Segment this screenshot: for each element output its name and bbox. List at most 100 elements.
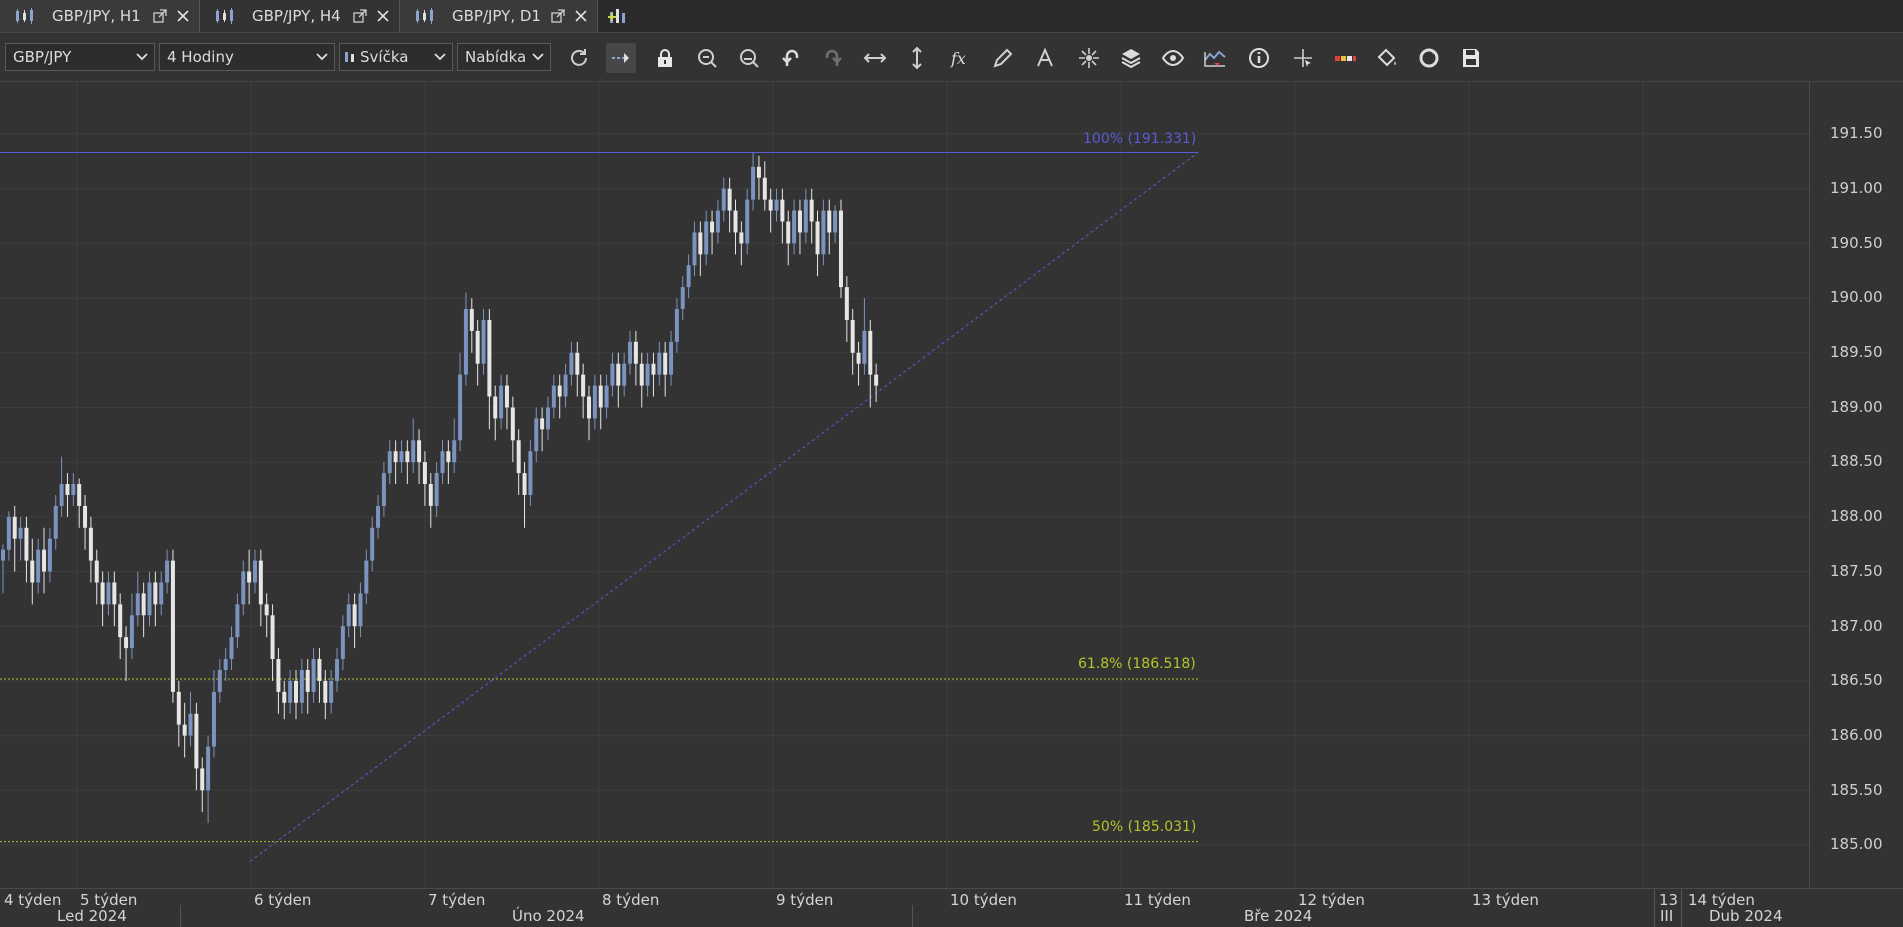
time-axis[interactable]: 4 týden 5 týden 6 týden 7 týden 8 týden …	[0, 888, 1903, 927]
candlestick-icon	[16, 8, 33, 24]
popout-icon[interactable]	[550, 8, 566, 24]
cycle-icon	[1419, 48, 1439, 68]
timeframe-select[interactable]: 4 Hodiny	[159, 43, 335, 71]
candle-body	[428, 484, 433, 506]
visibility-button[interactable]	[1158, 43, 1188, 73]
candle-body	[504, 385, 509, 408]
auto-scroll-button[interactable]	[606, 43, 636, 73]
lock-button[interactable]	[650, 43, 680, 73]
candle-body	[821, 210, 826, 255]
close-icon[interactable]	[175, 8, 191, 24]
popout-icon[interactable]	[352, 8, 368, 24]
draw-button[interactable]	[988, 43, 1018, 73]
week-label: 13 týden	[1472, 891, 1539, 909]
price-type-select[interactable]: Nabídka	[457, 43, 551, 71]
indicator-alerts-button[interactable]	[1200, 43, 1230, 73]
refresh-icon	[571, 49, 587, 66]
layers-button[interactable]	[1116, 43, 1146, 73]
add-chart-icon[interactable]	[606, 4, 630, 28]
candle-body	[235, 604, 240, 638]
candle-body	[387, 451, 392, 474]
candle-body	[124, 637, 129, 649]
price-axis[interactable]: 191.50 191.00 190.50 190.00 189.50 189.0…	[1809, 82, 1903, 888]
candle-body	[622, 363, 627, 386]
refresh-button[interactable]	[564, 43, 594, 73]
candle-body	[475, 330, 480, 364]
candle-body	[194, 713, 199, 769]
candle-body	[288, 680, 293, 703]
fib-label-61-8: 61.8% (186.518)	[1078, 656, 1196, 672]
vertical-scale-button[interactable]	[902, 43, 932, 73]
save-button[interactable]	[1456, 43, 1486, 73]
candle-body	[112, 582, 117, 605]
candle-body	[329, 680, 334, 703]
horizontal-scale-button[interactable]	[860, 43, 890, 73]
timeframe-value: 4 Hodiny	[167, 48, 234, 66]
candle-body	[252, 560, 257, 583]
tab-gbpjpy-d1[interactable]: GBP/JPY, D1	[400, 0, 598, 32]
candle-body	[335, 659, 340, 681]
tab-label: GBP/JPY, H4	[252, 7, 341, 25]
candle-body	[258, 560, 263, 605]
candle-body	[65, 484, 70, 495]
paint-button[interactable]	[1372, 43, 1402, 73]
function-button[interactable]: fx	[946, 43, 976, 73]
candle-body	[628, 341, 633, 364]
tab-gbpjpy-h4[interactable]: GBP/JPY, H4	[200, 0, 400, 32]
candle-body	[1, 549, 5, 561]
candle-body	[569, 352, 574, 375]
zoom-in-button[interactable]	[692, 43, 722, 73]
candle-body	[686, 265, 691, 288]
candle-body	[77, 484, 82, 506]
candle-body	[294, 680, 298, 703]
info-button[interactable]	[1244, 43, 1274, 73]
candle-body	[516, 440, 521, 474]
candle-body	[563, 374, 568, 397]
candle-body	[346, 604, 351, 627]
fib-trend-line	[249, 152, 1199, 862]
undo-icon	[782, 49, 799, 66]
price-tick: 185.50	[1830, 781, 1883, 799]
pencil-icon	[993, 48, 1013, 68]
zoom-out-button[interactable]	[734, 43, 764, 73]
candle-body	[792, 210, 797, 244]
candle-body	[188, 713, 193, 736]
candle-body	[587, 396, 591, 419]
candle-body	[545, 407, 550, 430]
tab-gbpjpy-h1[interactable]: GBP/JPY, H1	[0, 0, 200, 32]
lock-icon	[658, 49, 672, 67]
text-tool-button[interactable]	[1030, 43, 1060, 73]
price-chart[interactable]	[0, 82, 1809, 888]
close-icon[interactable]	[573, 8, 589, 24]
candle-body	[12, 516, 17, 539]
candle-body	[88, 527, 93, 561]
candle-body	[786, 221, 791, 244]
candle-body	[182, 724, 187, 736]
candle-body	[47, 538, 52, 572]
month-separator	[912, 905, 913, 927]
save-icon	[1463, 49, 1479, 67]
candle-body	[540, 418, 545, 430]
close-icon[interactable]	[375, 8, 391, 24]
objects-button[interactable]	[1074, 43, 1104, 73]
symbol-select[interactable]: GBP/JPY	[5, 43, 155, 71]
cursor-button[interactable]	[1288, 43, 1318, 73]
popout-icon[interactable]	[152, 8, 168, 24]
candle-body	[499, 385, 504, 419]
color-scheme-button[interactable]	[1330, 43, 1360, 73]
sync-button[interactable]	[1414, 43, 1444, 73]
undo-button[interactable]	[776, 43, 806, 73]
candle-body	[135, 593, 140, 616]
redo-button[interactable]	[818, 43, 848, 73]
week-label: 11 týden	[1124, 891, 1191, 909]
candlestick-series	[1, 152, 879, 824]
week-label: 7 týden	[428, 891, 486, 909]
candle-body	[797, 210, 802, 233]
candle-body	[751, 166, 756, 200]
candle-body	[129, 615, 134, 649]
candle-body	[639, 363, 644, 386]
candlestick-icon	[216, 8, 233, 24]
candle-body	[557, 385, 562, 397]
chart-type-select[interactable]: Svíčka	[339, 43, 453, 71]
candle-body	[768, 199, 773, 211]
